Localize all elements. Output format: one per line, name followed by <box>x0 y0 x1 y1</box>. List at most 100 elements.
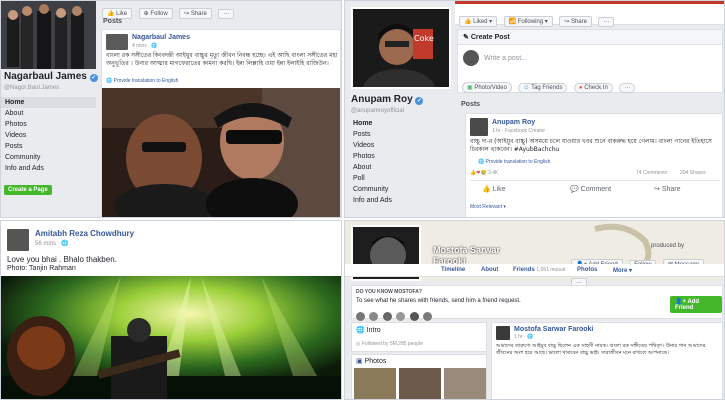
band-photo <box>1 1 96 69</box>
left-nav: Home Posts Videos Photos About Poll Comm… <box>349 118 451 206</box>
photos-card: ▣ Photos <box>351 354 487 399</box>
nav-home[interactable]: Home <box>1 97 96 108</box>
nav-info-ads[interactable]: Info and Ads <box>349 195 451 206</box>
globe-icon: 🌐 <box>478 159 485 165</box>
mutual-avatar[interactable] <box>369 312 379 321</box>
more-button[interactable]: ··· <box>218 9 235 19</box>
share-action[interactable]: ↪ Share <box>654 185 681 193</box>
panel-mostofa-farooki: produced by Mostofa Sarwar Farooki 👤+ Ad… <box>344 220 725 400</box>
photo-thumb[interactable] <box>399 368 441 399</box>
cover-strip <box>455 1 724 4</box>
post-text: আমাদের তারুণ্যে আইয়ুব বাচ্চু ছিলেন এক স… <box>496 343 706 356</box>
post-text: বাচ্চু দা-র (আইয়ুব বাচ্চু) অসময়ে চলে য… <box>470 138 712 153</box>
svg-text:Coke: Coke <box>414 34 434 43</box>
mutual-avatar[interactable] <box>356 312 365 321</box>
photo-video-button[interactable]: ▣ Photo/Video <box>462 82 512 93</box>
photo-thumb[interactable] <box>444 368 486 399</box>
pencil-icon: ✎ <box>463 34 469 41</box>
intro-header: 🌐 Intro <box>356 327 381 334</box>
intro-card: 🌐 Intro ◎ Followed by 5M,285 people <box>351 322 487 352</box>
nav-videos[interactable]: Videos <box>1 130 96 141</box>
nav-photos[interactable]: Photos <box>1 119 96 130</box>
author-avatar[interactable] <box>470 118 488 136</box>
nav-about[interactable]: About <box>1 108 96 119</box>
photo-icon: ▣ <box>356 358 363 365</box>
nav-posts[interactable]: Posts <box>349 129 451 140</box>
nav-poll[interactable]: Poll <box>349 173 451 184</box>
nav-community[interactable]: Community <box>1 152 96 163</box>
post-photo[interactable] <box>102 88 340 218</box>
know-prompt: DO YOU KNOW MOSTOFA? <box>356 289 422 295</box>
add-friend-cta[interactable]: 👤+ Add Friend <box>670 296 722 313</box>
like-action[interactable]: 👍 Like <box>482 185 506 193</box>
post-author[interactable]: Nagarbaul James <box>132 34 190 41</box>
top-action-bar: 👍 Liked ▾ 📶 Following ▾ ↪ Share ··· <box>455 1 724 27</box>
composer-avatar <box>463 50 479 66</box>
share-button[interactable]: ↪ Share <box>179 8 212 19</box>
following-button[interactable]: 📶 Following ▾ <box>503 16 553 27</box>
check-in-button[interactable]: ● Check In <box>573 83 613 93</box>
rss-icon: ◎ <box>356 341 361 347</box>
verified-badge-icon: ✓ <box>415 97 424 105</box>
post-author[interactable]: Mostofa Sarwar Farooki <box>514 326 593 333</box>
comment-action[interactable]: 💬 Comment <box>570 185 611 193</box>
tab-photos[interactable]: Photos <box>577 267 597 273</box>
left-nav: Home About Photos Videos Posts Community… <box>1 97 96 174</box>
author-avatar[interactable] <box>7 229 29 251</box>
tab-more[interactable]: More ▾ <box>613 267 632 274</box>
post-text: Love you bhai . Bhalo thakben. <box>7 255 117 264</box>
mutual-avatar[interactable] <box>396 312 406 321</box>
followed-by: ◎ Followed by 5M,285 people <box>356 341 423 347</box>
mutual-avatar[interactable] <box>423 312 433 321</box>
write-post-input[interactable]: Write a post... <box>484 55 527 62</box>
translate-link[interactable]: 🌐 Provide translation to English <box>478 159 550 165</box>
share-count[interactable]: 204 Shares <box>680 170 706 176</box>
tag-friends-button[interactable]: ☺ Tag Friends <box>518 83 568 93</box>
post-card: Anupam Roy 1 hr · Facebook Creator বাচ্চ… <box>465 113 723 217</box>
know-text: To see what he shares with friends, send… <box>356 298 521 304</box>
nav-community[interactable]: Community <box>349 184 451 195</box>
share-button[interactable]: ↪ Share <box>559 16 592 27</box>
more-button[interactable]: ··· <box>598 17 615 27</box>
most-relevant-dropdown[interactable]: Most Relevant ▾ <box>470 204 506 210</box>
action-bar: 👍 Like ⊕ Follow ↪ Share ··· <box>102 2 236 20</box>
profile-photo[interactable]: Coke <box>351 7 451 89</box>
reaction-count[interactable]: 👍❤😢 3.4K <box>470 170 498 176</box>
nav-info-ads[interactable]: Info and Ads <box>1 163 96 174</box>
translate-link[interactable]: 🌐 Provide translation to English <box>106 78 178 84</box>
post-time: 56 mins · 🌐 <box>35 241 69 247</box>
create-page-button[interactable]: Create a Page <box>4 185 52 195</box>
tab-about[interactable]: About <box>481 267 498 273</box>
nav-about[interactable]: About <box>349 162 451 173</box>
mutual-avatar[interactable] <box>409 312 419 321</box>
post-meta: 1 hr · Facebook Creator <box>492 128 546 134</box>
photo-thumb[interactable] <box>354 368 396 399</box>
author-avatar[interactable] <box>106 34 128 50</box>
globe-icon: 🌐 <box>106 78 113 84</box>
concert-photo[interactable] <box>1 276 342 400</box>
author-avatar[interactable] <box>496 326 510 340</box>
cover-photo <box>1 1 96 69</box>
nav-home[interactable]: Home <box>349 118 451 129</box>
comment-count[interactable]: 74 Comments <box>636 170 667 176</box>
create-post-header: ✎ Create Post <box>458 30 722 45</box>
post-card: Nagarbaul James 4 mins · 🌐 বাংলা রক সঙ্গ… <box>101 29 341 218</box>
tab-friends[interactable]: Friends 1,651 mutual <box>513 267 565 273</box>
photo-icon: ▣ <box>467 85 473 91</box>
post-text: বাংলা রক সঙ্গীতের কিংবদন্তী আইয়ুব বাচ্চ… <box>106 52 338 67</box>
nav-posts[interactable]: Posts <box>1 141 96 152</box>
more-options-button[interactable]: ··· <box>619 83 636 93</box>
posts-header: Posts <box>103 18 123 25</box>
mutual-avatar[interactable] <box>382 312 392 321</box>
post-author[interactable]: Anupam Roy <box>492 119 535 126</box>
follow-button[interactable]: ⊕ Follow <box>138 8 173 19</box>
page-name: Anupam Roy ✓ <box>351 94 424 105</box>
nav-photos[interactable]: Photos <box>349 151 451 162</box>
post-author[interactable]: Amitabh Reza Chowdhury <box>35 229 134 238</box>
nav-videos[interactable]: Videos <box>349 140 451 151</box>
share-icon: ↪ <box>654 186 660 193</box>
panel-anupam-roy: 👍 Liked ▾ 📶 Following ▾ ↪ Share ··· Coke… <box>344 0 725 218</box>
photos-header: ▣ Photos <box>356 358 387 365</box>
liked-button[interactable]: 👍 Liked ▾ <box>459 16 498 27</box>
tab-timeline[interactable]: Timeline <box>441 267 465 273</box>
